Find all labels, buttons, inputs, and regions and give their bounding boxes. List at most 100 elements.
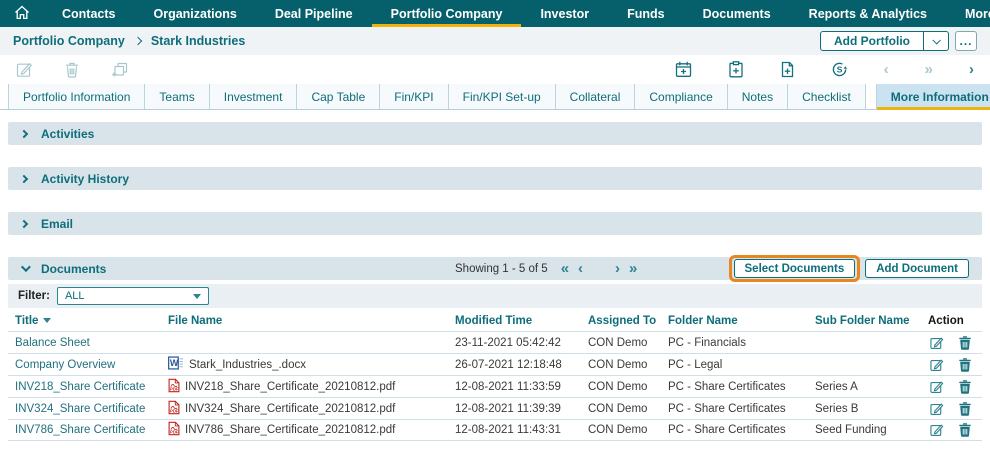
nav-item-organizations[interactable]: Organizations [134, 0, 255, 27]
nav-item-more[interactable]: More [946, 0, 990, 27]
section-activities[interactable]: Activities [8, 122, 982, 145]
nav-item-portfolio-company[interactable]: Portfolio Company [372, 0, 522, 27]
tab-cap-table[interactable]: Cap Table [297, 84, 380, 109]
tab-label: Cap Table [311, 90, 365, 104]
edit-icon[interactable] [930, 358, 944, 372]
action-cell [928, 336, 982, 350]
clone-record-icon[interactable] [111, 62, 128, 78]
document-file-link[interactable]: W Stark_Industries_.docx [168, 356, 455, 373]
previous-record-icon[interactable]: ‹ [884, 62, 889, 77]
modified-time-cell: 26-07-2021 12:18:48 [455, 359, 588, 371]
edit-icon[interactable] [930, 402, 944, 416]
next-page-icon[interactable]: › [615, 261, 620, 276]
edit-icon[interactable] [930, 336, 944, 350]
previous-page-icon[interactable]: ‹ [578, 261, 583, 276]
nav-label: Funds [627, 7, 665, 21]
nav-item-deal-pipeline[interactable]: Deal Pipeline [256, 0, 372, 27]
action-cell [928, 423, 982, 437]
document-file-link[interactable]: PDF INV324_Share_Certificate_20210812.pd… [168, 400, 455, 418]
documents-filter-bar: Filter: ALL [8, 284, 982, 308]
tab-fin-kpi-setup[interactable]: Fin/KPI Set-up [449, 84, 556, 109]
sync-status-icon[interactable]: S [831, 61, 848, 78]
delete-icon[interactable] [959, 358, 971, 372]
filter-label: Filter: [18, 290, 50, 302]
breadcrumb-section-link[interactable]: Portfolio Company [13, 34, 125, 48]
document-title-link[interactable]: INV324_Share Certificate [8, 403, 168, 415]
tab-label: Investment [224, 90, 283, 104]
nav-label: Documents [703, 7, 771, 21]
modified-time-cell: 23-11-2021 05:42:42 [455, 337, 588, 349]
document-title-link[interactable]: Company Overview [8, 359, 168, 371]
table-row: INV324_Share Certificate PDF INV324_Shar… [8, 397, 982, 419]
home-nav-button[interactable] [0, 0, 43, 27]
add-portfolio-dropdown-button[interactable] [923, 32, 948, 50]
file-name-text: INV786_Share_Certificate_20210812.pdf [185, 424, 395, 436]
nav-label: Reports & Analytics [809, 7, 927, 21]
edit-record-icon[interactable] [16, 61, 33, 78]
delete-record-icon[interactable] [65, 62, 79, 78]
breadcrumb-bar: Portfolio Company Stark Industries Add P… [0, 27, 990, 55]
section-email[interactable]: Email [8, 212, 982, 235]
nav-label: Organizations [153, 7, 236, 21]
delete-icon[interactable] [959, 336, 971, 350]
file-name-text: INV324_Share_Certificate_20210812.pdf [185, 403, 395, 415]
tab-fin-kpi[interactable]: Fin/KPI [380, 84, 448, 109]
document-file-link[interactable]: PDF INV786_Share_Certificate_20210812.pd… [168, 421, 455, 439]
select-documents-button[interactable]: Select Documents [734, 259, 856, 278]
nav-label: Deal Pipeline [275, 7, 353, 21]
nav-item-investor[interactable]: Investor [521, 0, 608, 27]
tab-portfolio-information[interactable]: Portfolio Information [8, 84, 145, 109]
documents-table: Title File Name Modified Time Assigned T… [8, 310, 982, 441]
nav-item-funds[interactable]: Funds [608, 0, 684, 27]
sub-folder-name-cell: Seed Funding [815, 424, 928, 436]
next-record-icon[interactable]: › [969, 62, 974, 77]
highlight-annotation: Select Documents [729, 255, 861, 282]
nav-item-contacts[interactable]: Contacts [43, 0, 134, 27]
last-page-icon[interactable]: » [629, 261, 637, 276]
tab-content: Activities Activity History Email Docume… [0, 110, 990, 441]
chevron-down-icon [932, 36, 940, 44]
last-record-icon[interactable]: » [925, 62, 933, 77]
add-event-icon[interactable] [675, 61, 692, 78]
edit-icon[interactable] [930, 423, 944, 437]
tab-label: Compliance [649, 90, 712, 104]
nav-item-documents[interactable]: Documents [684, 0, 790, 27]
modified-time-cell: 12-08-2021 11:43:31 [455, 424, 588, 436]
column-header-title[interactable]: Title [8, 315, 168, 327]
tab-checklist[interactable]: Checklist [788, 84, 866, 109]
section-activity-history[interactable]: Activity History [8, 167, 982, 190]
document-title-link[interactable]: INV786_Share Certificate [8, 424, 168, 436]
filter-dropdown[interactable]: ALL [57, 287, 209, 305]
section-documents[interactable]: Documents Showing 1 - 5 of 5 « ‹ › » Sel… [8, 257, 982, 280]
document-file-link[interactable]: PDF INV218_Share_Certificate_20210812.pd… [168, 378, 455, 396]
tab-compliance[interactable]: Compliance [635, 84, 727, 109]
document-title-link[interactable]: INV218_Share Certificate [8, 381, 168, 393]
folder-name-cell: PC - Financials [668, 337, 815, 349]
add-task-icon[interactable] [728, 61, 744, 78]
tab-collateral[interactable]: Collateral [556, 84, 636, 109]
add-portfolio-button[interactable]: Add Portfolio [821, 32, 923, 50]
delete-icon[interactable] [959, 423, 971, 437]
delete-icon[interactable] [959, 380, 971, 394]
nav-label: Contacts [62, 7, 115, 21]
tab-more-information[interactable]: More Information [876, 84, 990, 109]
table-row: Balance Sheet 23-11-2021 05:42:42 CON De… [8, 331, 982, 353]
tab-teams[interactable]: Teams [145, 84, 209, 109]
more-options-button[interactable]: ... [955, 31, 977, 51]
table-row: INV218_Share Certificate PDF INV218_Shar… [8, 375, 982, 397]
add-document-button[interactable]: Add Document [865, 259, 969, 278]
document-title-link[interactable]: Balance Sheet [8, 337, 168, 349]
first-page-icon[interactable]: « [561, 261, 569, 276]
tab-investment[interactable]: Investment [210, 84, 298, 109]
tab-notes[interactable]: Notes [728, 84, 788, 109]
action-cell [928, 358, 982, 372]
add-document-icon[interactable] [780, 61, 795, 78]
tab-label: More Information [891, 90, 989, 104]
assigned-to-cell: CON Demo [588, 381, 668, 393]
nav-item-reports-analytics[interactable]: Reports & Analytics [790, 0, 946, 27]
documents-buttons: Select Documents Add Document [729, 255, 969, 282]
section-label: Email [41, 217, 73, 231]
delete-icon[interactable] [959, 402, 971, 416]
column-header-assigned-to: Assigned To [588, 315, 668, 327]
edit-icon[interactable] [930, 380, 944, 394]
